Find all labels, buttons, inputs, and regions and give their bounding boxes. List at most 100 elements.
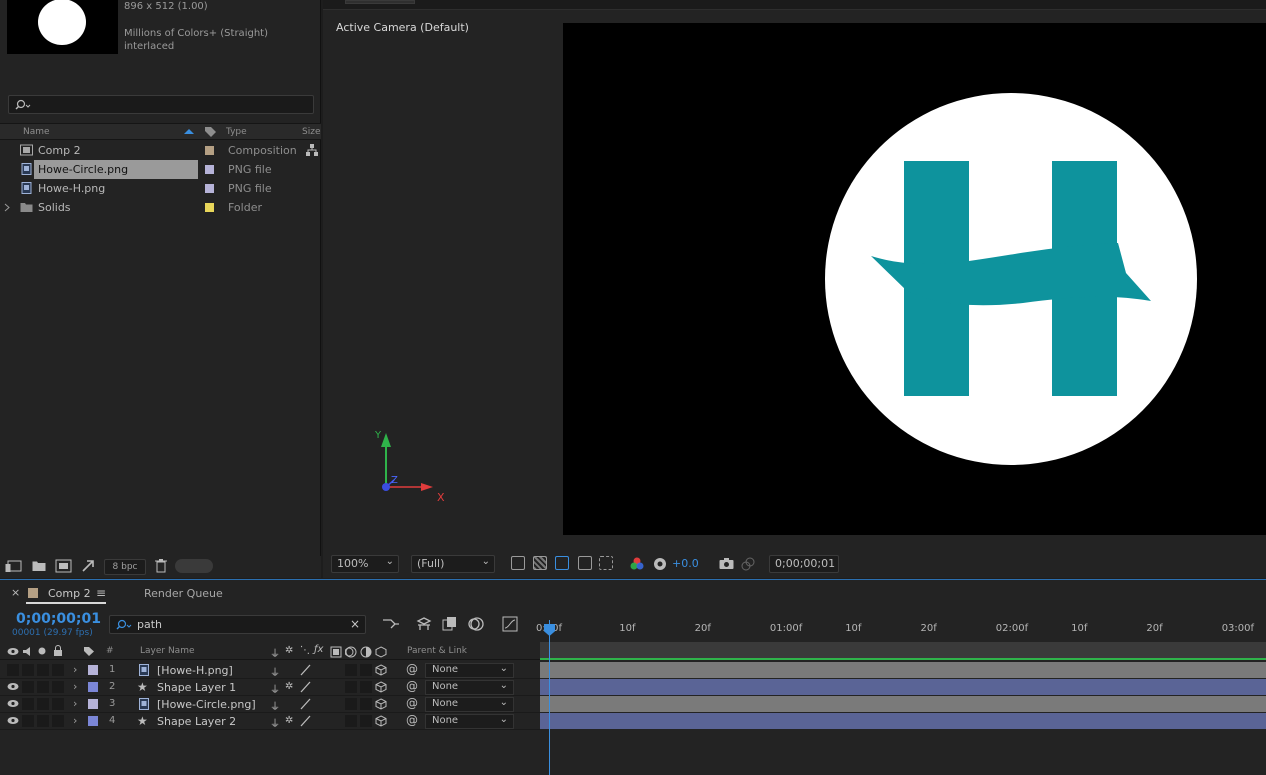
clear-search-icon[interactable]: ×: [350, 617, 360, 631]
lock-toggle[interactable]: [52, 698, 64, 710]
mask-visibility-icon[interactable]: [555, 556, 569, 570]
solo-toggle[interactable]: [37, 664, 49, 676]
lock-toggle[interactable]: [52, 715, 64, 727]
graph-editor-icon[interactable]: [502, 616, 518, 632]
motion-blur-switch-icon[interactable]: [345, 646, 357, 658]
timeline-search-input[interactable]: path ×: [109, 615, 366, 634]
layer-label-color[interactable]: [88, 716, 98, 726]
composition-mini-flowchart-icon[interactable]: [382, 617, 400, 631]
sort-ascending-icon[interactable]: [183, 128, 195, 135]
frame-blending-switch-icon[interactable]: [330, 646, 342, 658]
project-item-solids[interactable]: Solids Folder: [0, 198, 321, 217]
grid-guides-icon[interactable]: [599, 556, 613, 570]
adjustment-toggle[interactable]: [360, 664, 372, 676]
collapse-transform-icon[interactable]: ✲: [285, 645, 293, 656]
reset-exposure-icon[interactable]: [653, 557, 667, 571]
region-of-interest-icon[interactable]: [578, 556, 592, 570]
label-color-swatch[interactable]: [205, 146, 214, 155]
layer-row[interactable]: › 2 ★ Shape Layer 1 ⏚ ✲ @ None ⌄: [0, 679, 540, 696]
layer-label-color[interactable]: [88, 699, 98, 709]
shy-switch-icon[interactable]: ⏚: [270, 715, 280, 730]
label-color-swatch[interactable]: [205, 165, 214, 174]
effects-fx-icon[interactable]: ƒx: [314, 644, 323, 655]
layer-name[interactable]: Shape Layer 1: [157, 681, 236, 694]
visibility-eye-icon[interactable]: [7, 699, 19, 708]
layer-duration-bar[interactable]: [540, 679, 1266, 695]
expand-chevron-icon[interactable]: ›: [73, 697, 77, 710]
layer-duration-bar[interactable]: [540, 696, 1266, 712]
snapshot-camera-icon[interactable]: [719, 557, 734, 570]
motion-blur-toggle[interactable]: [345, 664, 357, 676]
layer-label-color[interactable]: [88, 665, 98, 675]
tab-render-queue[interactable]: Render Queue: [144, 587, 223, 600]
time-ruler[interactable]: 0:00f10f20f01:00f10f20f02:00f10f20f03:00…: [536, 614, 1266, 642]
lock-icon[interactable]: [53, 645, 63, 657]
lock-toggle[interactable]: [52, 681, 64, 693]
new-folder-icon[interactable]: [32, 560, 46, 572]
quality-switch-icon[interactable]: [299, 698, 311, 710]
layer-name[interactable]: [Howe-Circle.png]: [157, 698, 256, 711]
transparency-grid-icon[interactable]: [533, 556, 547, 570]
quality-switch-icon[interactable]: [299, 715, 311, 727]
composition-canvas[interactable]: [563, 23, 1266, 535]
solo-dot-icon[interactable]: [38, 647, 46, 655]
column-size[interactable]: Size: [302, 127, 320, 137]
adjustment-toggle[interactable]: [360, 681, 372, 693]
frame-blending-icon[interactable]: [442, 616, 458, 632]
quality-icon[interactable]: ⋱: [300, 645, 310, 656]
adjustment-toggle[interactable]: [360, 698, 372, 710]
pick-whip-icon[interactable]: @: [406, 662, 418, 676]
playhead-line[interactable]: [549, 620, 550, 775]
solo-toggle[interactable]: [37, 698, 49, 710]
3d-cube-icon[interactable]: [375, 698, 387, 710]
quality-switch-icon[interactable]: [299, 664, 311, 676]
audio-toggle[interactable]: [22, 715, 34, 727]
magnification-dropdown[interactable]: 100% ⌄: [331, 555, 399, 573]
show-snapshot-icon[interactable]: [741, 557, 755, 571]
collapse-switch-icon[interactable]: ✲: [285, 681, 293, 692]
color-channels-icon[interactable]: [630, 557, 644, 571]
project-search-input[interactable]: [8, 95, 314, 114]
pick-whip-icon[interactable]: @: [406, 696, 418, 710]
layer-row[interactable]: › 3 [Howe-Circle.png] ⏚ @ None ⌄: [0, 696, 540, 713]
layer-duration-bar[interactable]: [540, 713, 1266, 729]
label-tag-icon[interactable]: [83, 646, 95, 657]
shy-icon[interactable]: ⏚: [270, 645, 280, 660]
fast-previews-icon[interactable]: [511, 556, 525, 570]
layer-name[interactable]: Shape Layer 2: [157, 715, 236, 728]
lock-toggle[interactable]: [52, 664, 64, 676]
adobe-dynamic-link-icon[interactable]: [81, 559, 95, 573]
video-eye-icon[interactable]: [7, 647, 19, 656]
thumbnail-size-slider[interactable]: [175, 559, 213, 573]
motion-blur-toggle[interactable]: [345, 681, 357, 693]
parent-dropdown[interactable]: None ⌄: [425, 663, 514, 678]
visibility-eye-icon[interactable]: [7, 716, 19, 725]
expand-chevron-icon[interactable]: ›: [73, 680, 77, 693]
layer-duration-bar[interactable]: [540, 662, 1266, 678]
project-item-howe-h[interactable]: Howe-H.png PNG file: [0, 179, 321, 198]
resolution-dropdown[interactable]: (Full) ⌄: [411, 555, 495, 573]
exposure-value[interactable]: +0.0: [672, 557, 699, 570]
layer-row[interactable]: › 4 ★ Shape Layer 2 ⏚ ✲ @ None ⌄: [0, 713, 540, 730]
viewer-tab[interactable]: [345, 0, 415, 4]
shy-switch-icon[interactable]: ⏚: [270, 681, 280, 696]
solo-toggle[interactable]: [37, 715, 49, 727]
layer-name[interactable]: [Howe-H.png]: [157, 664, 233, 677]
panel-menu-icon[interactable]: ≡: [96, 586, 106, 600]
pick-whip-icon[interactable]: @: [406, 713, 418, 727]
solo-toggle[interactable]: [37, 681, 49, 693]
tab-comp-2[interactable]: Comp 2 ≡: [26, 584, 106, 604]
label-tag-icon[interactable]: [204, 126, 217, 138]
column-name[interactable]: Name: [23, 127, 50, 137]
project-item-comp-2[interactable]: Comp 2 Composition: [0, 141, 321, 160]
project-item-howe-circle[interactable]: Howe-Circle.png PNG file: [0, 160, 321, 179]
3d-layer-icon[interactable]: [375, 646, 387, 658]
parent-dropdown[interactable]: None ⌄: [425, 714, 514, 729]
current-time-timecode[interactable]: 0;00;00;01: [16, 611, 101, 627]
collapse-switch-icon[interactable]: ✲: [285, 715, 293, 726]
parent-dropdown[interactable]: None ⌄: [425, 697, 514, 712]
draft-3d-icon[interactable]: [416, 616, 432, 632]
adjustment-layer-icon[interactable]: [360, 646, 372, 658]
quality-switch-icon[interactable]: [299, 681, 311, 693]
current-time-display[interactable]: 0;00;00;01: [769, 555, 839, 573]
